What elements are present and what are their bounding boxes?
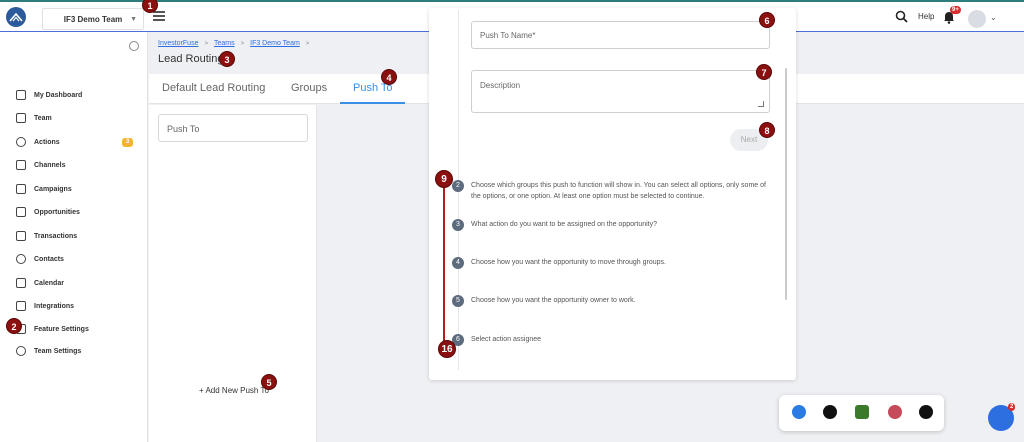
sidebar-item-team-settings[interactable]: Team Settings <box>16 344 81 358</box>
breadcrumb-link[interactable]: InvestorFuse <box>158 40 198 47</box>
sidebar-item-label: Team <box>34 114 52 122</box>
push-to-list-item[interactable]: Push To <box>158 114 308 142</box>
users-icon <box>16 254 26 264</box>
annotation-connector-line <box>443 178 445 348</box>
chevron-down-icon[interactable]: ⌄ <box>990 13 997 22</box>
actions-count-badge: 3 <box>122 138 133 147</box>
step-number: 3 <box>452 219 464 231</box>
sidebar-item-label: Team Settings <box>34 347 82 355</box>
calendar-icon <box>16 278 26 288</box>
step-number: 4 <box>452 257 464 269</box>
sidebar-item-label: Channels <box>34 161 66 169</box>
annotation-marker: 5 <box>261 374 277 390</box>
sidebar-item-label: Calendar <box>34 279 64 287</box>
sidebar-item-label: Contacts <box>34 255 64 263</box>
app-logo[interactable] <box>6 7 26 27</box>
annotation-marker: 7 <box>756 64 772 80</box>
team-select[interactable]: IF3 Demo Team ▼ <box>42 8 144 30</box>
breadcrumb-link[interactable]: IF3 Demo Team <box>250 40 300 47</box>
sidebar-item-calendar[interactable]: Calendar <box>16 276 64 290</box>
notification-badge: 9+ <box>950 6 961 14</box>
sidebar-item-opportunities[interactable]: Opportunities <box>16 205 80 219</box>
step-text: Select action assignee <box>471 336 542 343</box>
sidebar-item-transactions[interactable]: Transactions <box>16 229 77 243</box>
resize-handle-icon[interactable] <box>758 101 764 107</box>
step-text: What action do you want to be assigned o… <box>471 221 658 228</box>
menu-icon[interactable] <box>153 11 165 21</box>
breadcrumb-link[interactable]: Teams <box>214 40 235 47</box>
breadcrumb: InvestorFuse > Teams > IF3 Demo Team > <box>158 40 310 47</box>
grammarly-icon[interactable] <box>823 405 837 419</box>
sidebar-item-label: Integrations <box>34 302 75 310</box>
grid-icon <box>16 90 26 100</box>
team-select-value: IF3 Demo Team <box>63 14 123 24</box>
app-icon[interactable] <box>919 405 933 419</box>
check-circle-icon <box>16 137 26 147</box>
annotation-marker: 3 <box>219 51 235 67</box>
integrations-icon <box>16 301 26 311</box>
money-icon <box>16 231 26 241</box>
push-to-modal: Push To Name* Description Next 2 Choose … <box>429 8 796 380</box>
description-textarea[interactable]: Description <box>471 70 770 113</box>
annotation-marker: 2 <box>6 318 22 334</box>
annotation-marker: 16 <box>438 340 456 358</box>
description-placeholder: Description <box>480 81 521 90</box>
sidebar-item-my-dashboard[interactable]: My Dashboard <box>16 88 82 102</box>
nvidia-icon[interactable] <box>855 405 869 419</box>
scrollbar[interactable] <box>785 68 787 300</box>
sidebar-item-label: My Dashboard <box>34 91 83 99</box>
sidebar-item-integrations[interactable]: Integrations <box>16 299 74 313</box>
annotation-marker: 8 <box>759 122 775 138</box>
megaphone-icon <box>16 184 26 194</box>
annotation-marker: 9 <box>435 170 453 188</box>
sidebar-item-campaigns[interactable]: Campaigns <box>16 182 72 196</box>
sidebar-item-label: Opportunities <box>34 208 80 216</box>
search-icon[interactable] <box>895 10 908 23</box>
extension-tray <box>779 395 944 431</box>
layers-icon <box>16 113 26 123</box>
gear-icon <box>16 346 26 356</box>
step-number: 5 <box>452 295 464 307</box>
avatar[interactable] <box>968 10 986 28</box>
help-link[interactable]: Help <box>918 12 934 21</box>
step-text: Choose how you want the opportunity owne… <box>471 297 636 304</box>
add-new-push-to-button[interactable]: + Add New Push To <box>199 386 269 395</box>
sidebar-item-team[interactable]: Team <box>16 111 52 125</box>
sidebar-item-actions[interactable]: Actions <box>16 135 60 149</box>
home-icon <box>16 207 26 217</box>
sidebar-item-label: Feature Settings <box>34 325 89 333</box>
step-text: Choose how you want the opportunity to m… <box>471 259 666 266</box>
chevron-down-icon: ▼ <box>130 16 137 23</box>
active-tab-indicator <box>340 102 405 104</box>
sidebar-item-channels[interactable]: Channels <box>16 158 66 172</box>
annotation-marker: 4 <box>381 69 397 85</box>
sidebar-item-label: Actions <box>34 138 60 146</box>
push-to-list-panel: Push To + Add New Push To <box>149 105 317 442</box>
step-number: 2 <box>452 180 464 192</box>
tab-groups[interactable]: Groups <box>291 82 327 94</box>
step-text: Choose which groups this push to functio… <box>471 182 766 200</box>
settings-icon[interactable] <box>129 41 139 51</box>
page-title: Lead Routing <box>158 53 224 65</box>
sidebar-item-label: Transactions <box>34 232 78 240</box>
annotation-marker: 6 <box>759 12 775 28</box>
sidebar-item-contacts[interactable]: Contacts <box>16 252 64 266</box>
bluetooth-icon[interactable] <box>792 405 806 419</box>
tab-default-lead-routing[interactable]: Default Lead Routing <box>162 82 265 94</box>
push-to-name-input[interactable]: Push To Name* <box>471 21 770 49</box>
sidebar-item-feature-settings[interactable]: Feature Settings <box>16 322 89 336</box>
puzzle-icon <box>16 160 26 170</box>
security-icon[interactable] <box>888 405 902 419</box>
sidebar-item-label: Campaigns <box>34 185 72 193</box>
